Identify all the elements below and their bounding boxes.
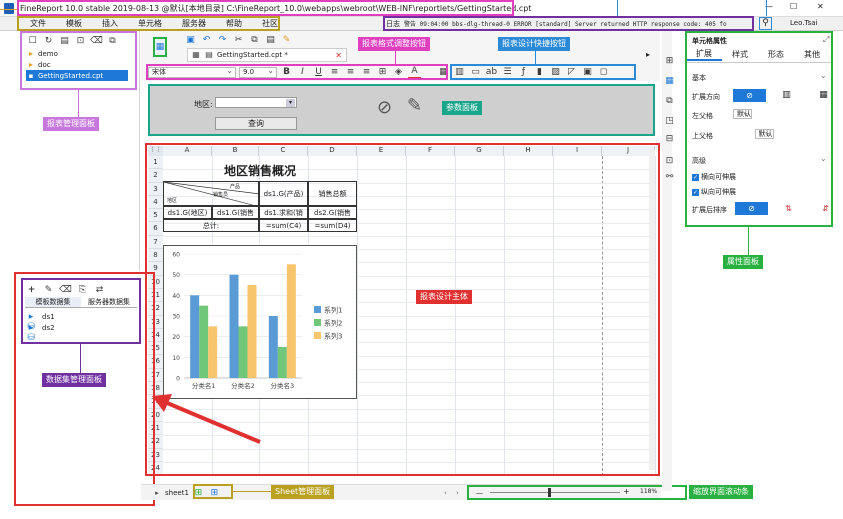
close-button[interactable]: ✕	[817, 2, 824, 11]
left-title-connector	[0, 9, 17, 10]
param-panel-tag: 参数面板	[442, 101, 482, 115]
save-icon[interactable]: ▣	[184, 33, 197, 46]
sheet-icon: ▸	[155, 488, 159, 497]
menu-annotation-box	[17, 16, 280, 31]
tag-connector	[748, 227, 749, 255]
tab-menu-icon[interactable]: ▸	[646, 50, 650, 59]
title-annotation-box	[17, 0, 514, 16]
format-painter-icon[interactable]: ✎	[280, 33, 293, 46]
format-buttons-box	[146, 64, 448, 80]
widget-icon[interactable]: ◳	[663, 114, 676, 127]
hide-eye-icon[interactable]: ⊘	[377, 97, 392, 118]
vertical-scrollbar[interactable]	[649, 150, 655, 470]
tag-connector	[535, 51, 536, 64]
template-tab[interactable]: ▦ ▤ GettingStarted.cpt * ✕	[187, 48, 347, 62]
property-panel-tag: 属性面板	[723, 255, 763, 269]
tag-connector	[233, 491, 271, 492]
copy-icon[interactable]: ⧉	[248, 33, 261, 46]
log-annotation-box	[383, 16, 754, 31]
dataset-red-box	[14, 272, 155, 506]
query-button[interactable]: 查询	[215, 117, 297, 130]
paste-icon[interactable]: ▤	[264, 33, 277, 46]
title-connector	[617, 0, 618, 16]
design-mode-icon[interactable]: ▦	[153, 37, 167, 57]
link-icon[interactable]: ⚯	[663, 170, 676, 183]
cell-attr-icon[interactable]: ⊞	[663, 54, 676, 67]
tag-connector	[80, 344, 81, 373]
hyperlink-icon[interactable]: ⧉	[663, 94, 676, 107]
title-connector	[766, 0, 767, 16]
tag-connector	[78, 90, 79, 117]
user-name[interactable]: Leo.Tsai	[790, 19, 817, 27]
template-panel-tag: 报表管理面板	[43, 117, 99, 131]
scroll-left-icon[interactable]: ‹	[444, 489, 447, 497]
dropdown-icon[interactable]: ▾	[286, 99, 295, 107]
grid-icon: ▦	[192, 50, 200, 59]
region-label: 地区:	[194, 100, 213, 109]
sheet-panel-tag: Sheet管理面板	[271, 485, 335, 499]
condition-attr-icon[interactable]: ▦	[663, 74, 676, 87]
data-column-icon[interactable]: ⊟	[663, 132, 676, 145]
scroll-right-icon[interactable]: ›	[456, 489, 459, 497]
quick-toolbar: ▣ ↶ ↷ ✂ ⧉ ▤ ✎	[184, 33, 293, 46]
tab-label: GettingStarted.cpt *	[217, 51, 288, 59]
form-icon[interactable]: ⊡	[663, 154, 676, 167]
format-buttons-tag: 报表格式调整按钮	[358, 37, 430, 51]
zoom-bar-tag: 缩放界面滚动条	[689, 485, 753, 499]
property-panel-box	[685, 31, 833, 227]
tag-connector	[395, 51, 396, 64]
cut-icon[interactable]: ✂	[232, 33, 245, 46]
design-shortcuts-box	[450, 64, 636, 80]
sheet-name: sheet1	[165, 488, 189, 497]
template-icon: ▤	[205, 50, 213, 59]
dataset-panel-tag: 数据集管理面板	[42, 373, 106, 387]
edit-pencil-icon[interactable]: ✎	[407, 95, 422, 116]
zoom-bar-box	[467, 485, 687, 500]
maximize-button[interactable]: ☐	[790, 2, 797, 11]
red-arrow	[152, 394, 261, 444]
design-body-tag: 报表设计主体	[416, 290, 472, 304]
search-icon[interactable]: ⚲	[759, 17, 772, 30]
sheet-panel-box	[193, 484, 233, 499]
region-input[interactable]: ▾	[215, 97, 297, 108]
tab-close-icon[interactable]: ✕	[335, 51, 342, 60]
design-shortcuts-tag: 报表设计快捷按钮	[498, 37, 570, 51]
redo-icon[interactable]: ↷	[216, 33, 229, 46]
template-panel-annotation-box	[20, 31, 137, 90]
undo-icon[interactable]: ↶	[200, 33, 213, 46]
